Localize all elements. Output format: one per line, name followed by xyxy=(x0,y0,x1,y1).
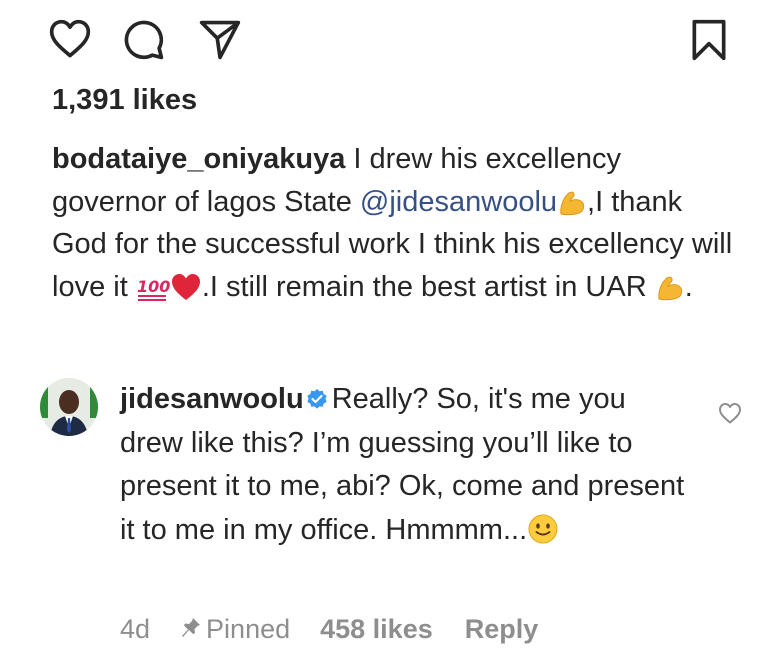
flexed-biceps-emoji-icon xyxy=(655,272,685,302)
caption-mention[interactable]: @jidesanwoolu xyxy=(360,186,557,218)
comment-likes-count[interactable]: 458 likes xyxy=(320,614,433,645)
bookmark-icon[interactable] xyxy=(687,18,731,62)
send-icon[interactable] xyxy=(198,18,242,62)
post-likes-count[interactable]: 1,391 likes xyxy=(52,84,197,117)
commenter-avatar[interactable] xyxy=(40,378,98,436)
comment-heart-icon[interactable] xyxy=(718,402,742,426)
post-action-bar xyxy=(48,18,731,62)
comment-timestamp[interactable]: 4d xyxy=(120,614,150,645)
caption-username[interactable]: bodataiye_oniyakuya xyxy=(52,143,345,175)
slightly-smiling-face-emoji-icon xyxy=(527,513,559,545)
flexed-biceps-emoji-icon xyxy=(557,187,587,217)
reply-button[interactable]: Reply xyxy=(465,614,539,645)
pin-icon xyxy=(180,616,202,640)
comment-bubble-icon[interactable] xyxy=(122,18,166,62)
verified-badge-icon xyxy=(306,388,328,410)
caption-text-part4: . xyxy=(684,270,693,303)
comment-username[interactable]: jidesanwoolu xyxy=(120,383,304,415)
red-heart-emoji-icon xyxy=(170,272,202,302)
caption-text-part3: .I still remain the best artist in UAR xyxy=(201,270,655,303)
svg-text:100: 100 xyxy=(137,277,170,296)
hundred-points-emoji-icon: 100 xyxy=(136,272,170,302)
heart-icon[interactable] xyxy=(48,18,92,62)
comment-body: jidesanwoolu Really? So, it's me you drew… xyxy=(120,378,690,552)
post-caption: bodataiye_oniyakuya I drew his excellenc… xyxy=(52,138,742,308)
pinned-label: Pinned xyxy=(206,614,291,644)
comment-meta: 4d Pinned 458 likes Reply xyxy=(120,614,538,654)
